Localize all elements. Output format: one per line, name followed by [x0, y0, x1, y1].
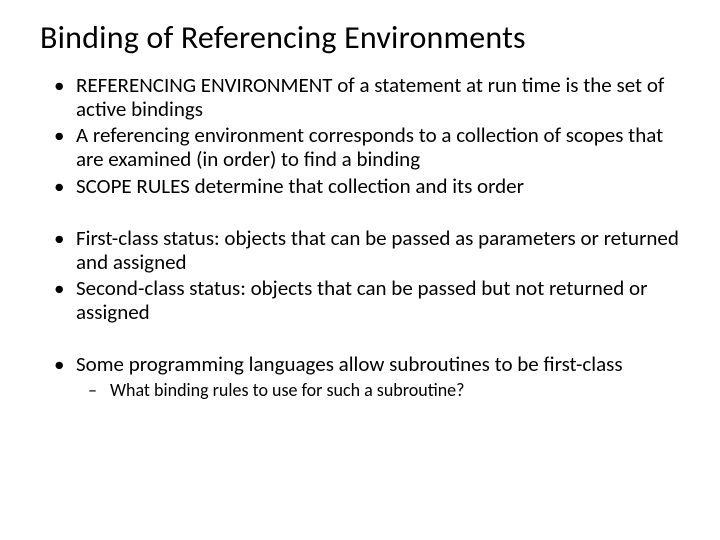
bullet-item: REFERENCING ENVIRONMENT of a statement a…: [76, 73, 680, 121]
spacer: [40, 200, 680, 226]
slide-title: Binding of Referencing Environments: [40, 18, 680, 57]
sub-bullet-list: What binding rules to use for such a sub…: [76, 380, 680, 401]
bullet-item: SCOPE RULES determine that collection an…: [76, 174, 680, 198]
spacer: [40, 326, 680, 352]
bullet-item: Second-class status: objects that can be…: [76, 276, 680, 324]
bullet-list: Some programming languages allow subrout…: [40, 352, 680, 401]
bullet-item: Some programming languages allow subrout…: [76, 352, 680, 401]
slide: Binding of Referencing Environments REFE…: [0, 0, 720, 540]
bullet-list: First-class status: objects that can be …: [40, 226, 680, 325]
bullet-text: Some programming languages allow subrout…: [76, 351, 623, 377]
sub-bullet-item: What binding rules to use for such a sub…: [110, 380, 680, 401]
slide-body: REFERENCING ENVIRONMENT of a statement a…: [40, 73, 680, 401]
bullet-item: A referencing environment corresponds to…: [76, 123, 680, 171]
bullet-item: First-class status: objects that can be …: [76, 226, 680, 274]
bullet-list: REFERENCING ENVIRONMENT of a statement a…: [40, 73, 680, 198]
